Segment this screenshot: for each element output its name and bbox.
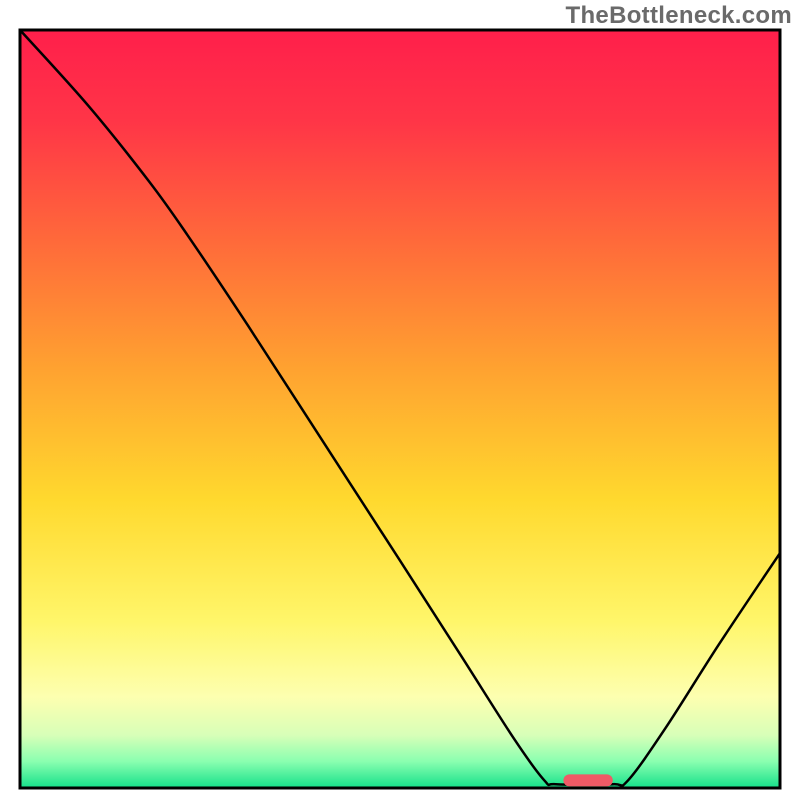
gradient-background: [20, 30, 780, 788]
bottleneck-chart: [0, 0, 800, 800]
optimal-range-marker: [563, 774, 612, 786]
watermark-text: TheBottleneck.com: [566, 2, 792, 30]
chart-container: TheBottleneck.com: [0, 0, 800, 800]
